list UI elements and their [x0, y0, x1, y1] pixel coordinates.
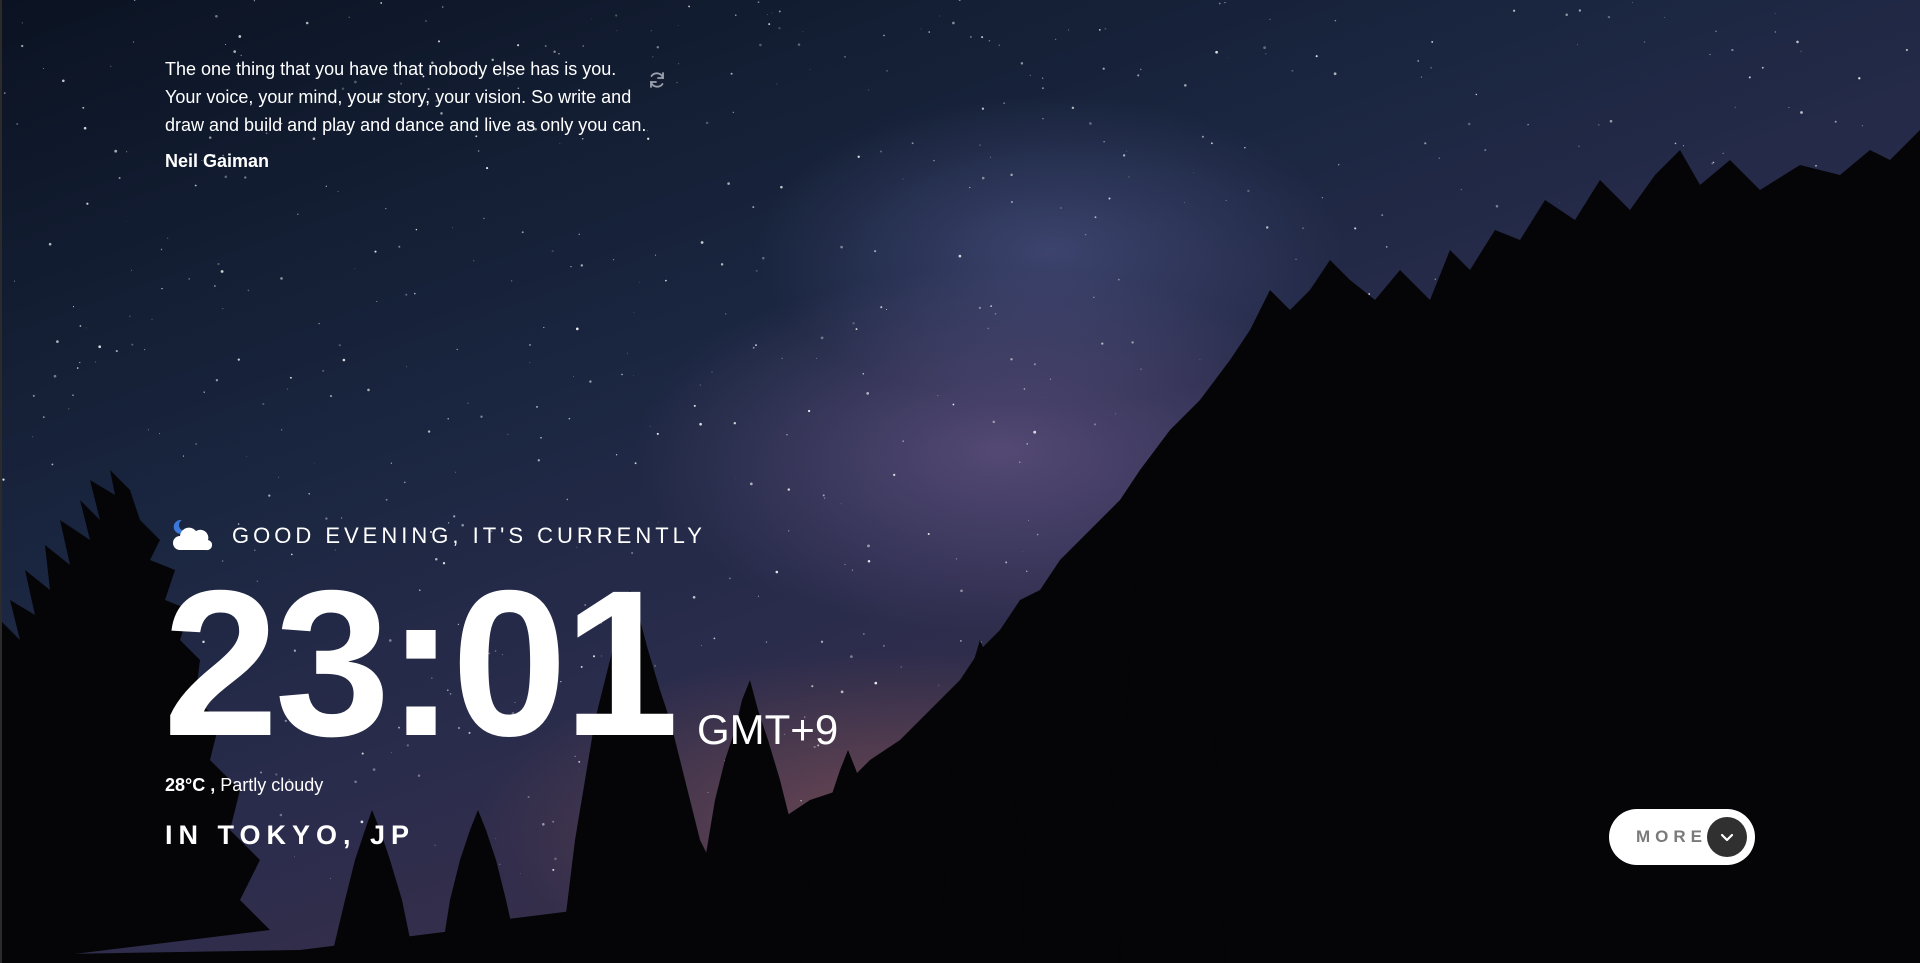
clock-time: 23:01 — [163, 548, 679, 780]
more-button[interactable]: MORE — [1609, 809, 1755, 865]
quote-text: The one thing that you have that nobody … — [165, 59, 647, 135]
greeting-text: GOOD EVENING, IT'S CURRENTLY — [232, 523, 706, 548]
weather-summary: 28°C , Partly cloudy — [165, 775, 323, 796]
weather-condition: Partly cloudy — [220, 775, 324, 795]
refresh-icon[interactable] — [647, 70, 667, 90]
quote-author: Neil Gaiman — [165, 151, 270, 171]
clock-timezone: GMT+9 — [696, 706, 839, 753]
chevron-down-icon — [1707, 817, 1747, 857]
more-button-label: MORE — [1636, 827, 1707, 846]
clock: 23:01 GMT+9 — [163, 560, 838, 768]
window-edge — [0, 0, 2, 963]
temperature: 28°C , — [165, 775, 216, 795]
location: IN TOKYO, JP — [165, 820, 416, 850]
quote-block: The one thing that you have that nobody … — [165, 55, 655, 172]
